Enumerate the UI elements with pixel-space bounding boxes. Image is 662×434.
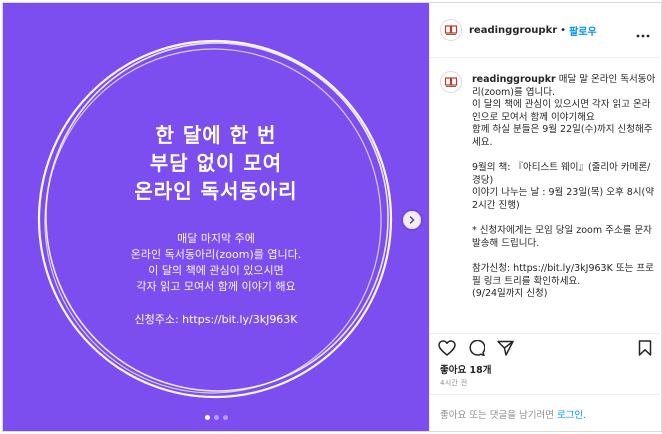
open-book-logo-icon xyxy=(444,77,458,87)
comment-prompt-text: 좋아요 또는 댓글을 남기려면 xyxy=(440,409,554,421)
carousel-next-button[interactable] xyxy=(403,211,421,229)
caption-text: readinggroupkr 매달 말 온라인 독서동아리(zoom)를 엽니다… xyxy=(472,74,656,301)
avatar[interactable] xyxy=(440,19,462,41)
post-image[interactable]: 한 달에 한 번 부담 없이 모여 온라인 독서동아리 매달 마지막 주에 온라… xyxy=(3,3,429,431)
caption-body: 매달 말 온라인 독서동아리(zoom)를 엽니다. 이 달의 책에 관심이 있… xyxy=(472,74,656,300)
body-line: 이 달의 책에 관심이 있으시면 xyxy=(148,264,284,277)
more-horizontal-icon xyxy=(636,34,650,38)
more-options-button[interactable] xyxy=(636,23,650,42)
instagram-post: 한 달에 한 번 부담 없이 모여 온라인 독서동아리 매달 마지막 주에 온라… xyxy=(2,2,662,432)
follow-button[interactable]: 팔로우 xyxy=(569,23,597,38)
post-header: readinggroupkr • 팔로우 xyxy=(430,3,662,58)
carousel-dot xyxy=(222,415,228,420)
separator: • xyxy=(560,24,567,36)
open-book-logo-icon xyxy=(444,25,458,35)
headline-line: 부담 없이 모여 xyxy=(149,151,283,175)
carousel-dot xyxy=(213,415,219,420)
hand-drawn-circle xyxy=(37,39,393,399)
action-bar: 좋아요 18개 4시간 전 좋아요 또는 댓글을 남기려면 로그인. xyxy=(430,333,662,431)
post-sidebar: readinggroupkr • 팔로우 readinggroupkr 매달 말 xyxy=(429,3,662,431)
likes-count[interactable]: 좋아요 18개 xyxy=(440,362,492,376)
post-headline: 한 달에 한 번 부담 없이 모여 온라인 독서동아리 xyxy=(3,121,429,205)
carousel-indicator xyxy=(3,415,429,420)
body-line: 각자 읽고 모여서 함께 이야기 해요 xyxy=(136,280,296,293)
body-line: 온라인 독서동아리(zoom)를 엽니다. xyxy=(130,248,302,261)
save-button[interactable] xyxy=(638,340,652,356)
caption-avatar[interactable] xyxy=(440,71,462,93)
post-caption: readinggroupkr 매달 말 온라인 독서동아리(zoom)를 엽니다… xyxy=(440,71,656,331)
action-icons xyxy=(438,340,514,356)
carousel-dot xyxy=(204,415,210,420)
login-link[interactable]: 로그인. xyxy=(557,407,586,421)
headline-line: 온라인 독서동아리 xyxy=(134,179,298,203)
heart-icon[interactable] xyxy=(438,340,456,356)
signup-url-text: 신청주소: https://bit.ly/3kJ963K xyxy=(134,313,298,326)
post-body-text: 매달 마지막 주에 온라인 독서동아리(zoom)를 엽니다. 이 달의 책에 … xyxy=(3,231,429,295)
header-username[interactable]: readinggroupkr xyxy=(469,25,557,36)
caption-username[interactable]: readinggroupkr xyxy=(472,74,556,85)
share-icon[interactable] xyxy=(497,340,514,356)
post-timestamp[interactable]: 4시간 전 xyxy=(440,378,468,388)
chevron-right-icon xyxy=(409,216,415,224)
comment-login-prompt: 좋아요 또는 댓글을 남기려면 로그인. xyxy=(430,394,662,432)
bookmark-icon xyxy=(638,340,652,356)
headline-line: 한 달에 한 번 xyxy=(155,123,277,147)
body-line: 매달 마지막 주에 xyxy=(177,232,255,245)
comment-icon[interactable] xyxy=(468,340,485,356)
